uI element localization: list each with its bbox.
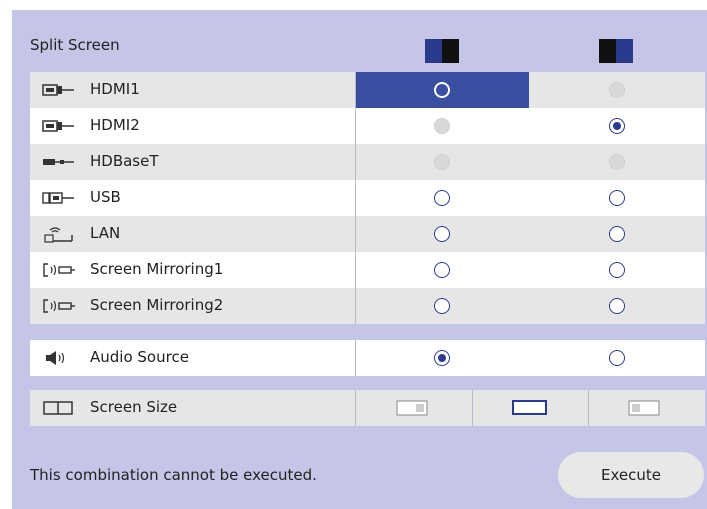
audio-source-row: Audio Source xyxy=(30,340,705,376)
right-radio-hdmi1 xyxy=(609,82,625,98)
source-label: Screen Mirroring2 xyxy=(90,296,224,314)
equal-layout-icon[interactable] xyxy=(512,400,548,416)
audio-source-label: Audio Source xyxy=(90,348,189,366)
speaker-icon xyxy=(46,351,65,365)
left-radio-hdmi2 xyxy=(434,118,450,134)
right-radio-hdmi2[interactable] xyxy=(609,118,625,134)
right-radio-lan[interactable] xyxy=(609,226,625,242)
source-row-lan: LAN xyxy=(30,216,705,252)
right-large-layout-icon[interactable] xyxy=(628,400,662,416)
source-label: HDMI2 xyxy=(90,116,140,134)
source-label: HDBaseT xyxy=(90,152,159,170)
execute-button[interactable]: Execute xyxy=(558,452,704,498)
hdmi-icon xyxy=(42,84,74,96)
left-large-layout-icon[interactable] xyxy=(396,400,430,416)
page-title: Split Screen xyxy=(30,36,120,54)
source-label: Screen Mirroring1 xyxy=(90,260,224,278)
hdmi-icon xyxy=(42,120,74,132)
right-radio-usb[interactable] xyxy=(609,190,625,206)
source-row-hdmi2: HDMI2 xyxy=(30,108,705,144)
source-row-screen-mirroring2: Screen Mirroring2 xyxy=(30,288,705,324)
left-radio-lan[interactable] xyxy=(434,226,450,242)
usb-icon xyxy=(42,192,74,204)
screen-size-label: Screen Size xyxy=(90,398,178,416)
left-radio-screen-mirroring2[interactable] xyxy=(434,298,450,314)
right-radio-screen-mirroring1[interactable] xyxy=(609,262,625,278)
left-audio-radio[interactable] xyxy=(434,350,450,366)
left-radio-usb[interactable] xyxy=(434,190,450,206)
source-label: HDMI1 xyxy=(90,80,140,98)
left-radio-screen-mirroring1[interactable] xyxy=(434,262,450,278)
left-radio-hdbaset xyxy=(434,154,450,170)
right-radio-screen-mirroring2[interactable] xyxy=(609,298,625,314)
source-label: LAN xyxy=(90,224,121,242)
right-audio-radio[interactable] xyxy=(609,350,625,366)
hdbaset-icon xyxy=(43,159,74,165)
status-message: This combination cannot be executed. xyxy=(30,466,317,484)
left-screen-header-icon xyxy=(425,39,459,63)
source-row-hdmi1: HDMI1 xyxy=(30,72,705,108)
right-screen-header-icon xyxy=(599,39,633,63)
screen-mirroring-icon xyxy=(43,299,75,313)
screen-size-icon xyxy=(43,401,73,415)
right-radio-hdbaset xyxy=(609,154,625,170)
lan-icon xyxy=(44,227,73,243)
source-label: USB xyxy=(90,188,121,206)
screen-mirroring-icon xyxy=(43,263,75,277)
source-row-hdbaset: HDBaseT xyxy=(30,144,705,180)
left-radio-hdmi1[interactable] xyxy=(434,82,450,98)
source-row-screen-mirroring1: Screen Mirroring1 xyxy=(30,252,705,288)
source-row-usb: USB xyxy=(30,180,705,216)
screen-size-row: Screen Size xyxy=(30,390,705,426)
